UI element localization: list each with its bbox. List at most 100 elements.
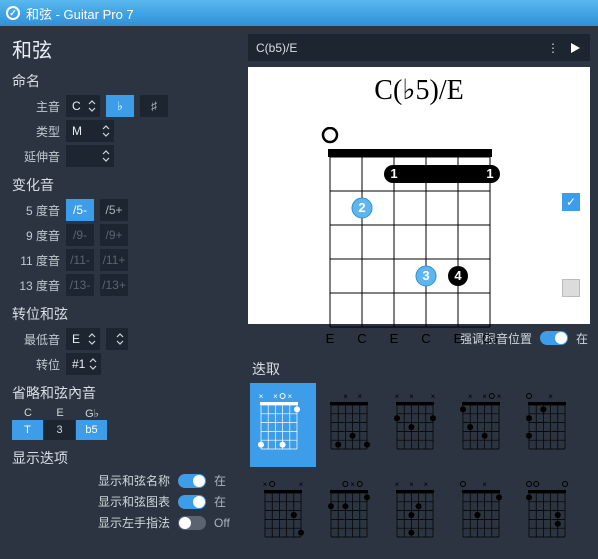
inv-label: 转位 bbox=[12, 356, 60, 373]
svg-text:×: × bbox=[409, 392, 414, 401]
more-icon[interactable]: ⋮ bbox=[542, 37, 564, 59]
root-emphasis-state: 在 bbox=[576, 330, 588, 347]
type-select[interactable]: M bbox=[66, 120, 114, 142]
window-titlebar: ✓ 和弦 - Guitar Pro 7 bbox=[0, 0, 598, 26]
svg-text:×: × bbox=[409, 480, 414, 489]
svg-text:×: × bbox=[263, 480, 268, 489]
omit-note-label: E bbox=[44, 407, 76, 420]
display-opt-state: 在 bbox=[214, 472, 238, 489]
window-title: 和弦 - Guitar Pro 7 bbox=[26, 4, 134, 23]
section-omit: 省略和弦內音 bbox=[12, 383, 238, 403]
svg-text:2: 2 bbox=[358, 200, 365, 215]
svg-text:1: 1 bbox=[486, 166, 493, 181]
display-opt-toggle[interactable] bbox=[178, 495, 206, 509]
omit-note-label: C bbox=[12, 407, 44, 420]
voicing-cell[interactable]: ×× bbox=[316, 383, 382, 467]
display-opt-state: Off bbox=[214, 516, 238, 530]
alt-plus-button[interactable]: /13+ bbox=[100, 274, 128, 296]
alt-minus-button[interactable]: /5- bbox=[66, 199, 94, 221]
root-select[interactable]: C bbox=[66, 95, 100, 117]
bass-label: 最低音 bbox=[12, 331, 60, 348]
voicing-cell[interactable]: ×× bbox=[250, 471, 316, 555]
updown-icon bbox=[101, 149, 111, 163]
play-icon[interactable] bbox=[564, 37, 586, 59]
svg-text:×: × bbox=[357, 392, 362, 401]
selection-title: 迭取 bbox=[252, 359, 598, 379]
svg-text:×: × bbox=[431, 392, 436, 401]
voicing-cell[interactable]: × × × bbox=[250, 383, 316, 467]
svg-text:×: × bbox=[482, 480, 487, 489]
main-area: C(b5)/E ⋮ C(♭5)/E 11234ECECEG♭ ✓ 强调根音位置 … bbox=[248, 26, 598, 559]
voicing-cell[interactable]: × bbox=[448, 471, 514, 555]
svg-text:×: × bbox=[395, 392, 400, 401]
alt-label: 11 度音 bbox=[12, 252, 60, 269]
diagram-check-1[interactable]: ✓ bbox=[562, 193, 580, 211]
alt-plus-button[interactable]: /11+ bbox=[100, 249, 128, 271]
sidebar: 和弦 命名 主音 C ♭ ♯ 类型 M 延伸音 变化音 5 bbox=[0, 26, 248, 559]
chord-diagram[interactable]: 11234ECECEG♭ bbox=[320, 127, 510, 327]
panel-title: 和弦 bbox=[12, 34, 238, 63]
alt-minus-button[interactable]: /9- bbox=[66, 224, 94, 246]
alt-label: 5 度音 bbox=[12, 202, 60, 219]
updown-icon bbox=[88, 357, 98, 371]
sharp-button[interactable]: ♯ bbox=[140, 95, 168, 117]
bass-select[interactable]: E bbox=[66, 328, 100, 350]
voicing-cell[interactable]: × × × bbox=[382, 383, 448, 467]
omit-degree-button[interactable]: 3 bbox=[44, 420, 76, 440]
voicing-grid: ××××××××××××××××××× bbox=[248, 383, 598, 559]
svg-text:×: × bbox=[468, 392, 473, 401]
alt-plus-button[interactable]: /5+ bbox=[100, 199, 128, 221]
root-label: 主音 bbox=[12, 98, 60, 115]
svg-text:×: × bbox=[482, 392, 487, 401]
svg-text:C: C bbox=[421, 331, 430, 346]
section-display: 显示迭项 bbox=[12, 448, 238, 468]
alt-label: 13 度音 bbox=[12, 277, 60, 294]
display-opt-label: 显示左手指法 bbox=[70, 514, 170, 531]
alt-plus-button[interactable]: /9+ bbox=[100, 224, 128, 246]
voicing-cell[interactable]: × × × bbox=[382, 471, 448, 555]
voicing-cell[interactable] bbox=[514, 471, 580, 555]
bass-accidental-select[interactable] bbox=[106, 328, 128, 350]
svg-text:×: × bbox=[350, 480, 355, 489]
type-label: 类型 bbox=[12, 123, 60, 140]
svg-text:4: 4 bbox=[454, 268, 462, 283]
svg-text:×: × bbox=[287, 392, 292, 401]
chord-header-bar: C(b5)/E ⋮ bbox=[248, 34, 590, 61]
voicing-cell[interactable]: × bbox=[514, 383, 580, 467]
voicing-cell[interactable]: × bbox=[316, 471, 382, 555]
svg-text:E: E bbox=[454, 331, 463, 346]
alt-minus-button[interactable]: /13- bbox=[66, 274, 94, 296]
svg-text:E: E bbox=[390, 331, 399, 346]
svg-text:×: × bbox=[423, 480, 428, 489]
display-opt-toggle[interactable] bbox=[178, 474, 206, 488]
section-naming: 命名 bbox=[12, 71, 238, 91]
diagram-check-2[interactable] bbox=[562, 279, 580, 297]
flat-button[interactable]: ♭ bbox=[106, 95, 134, 117]
extension-select[interactable] bbox=[66, 145, 114, 167]
inv-select[interactable]: #1 bbox=[66, 353, 101, 375]
svg-text:3: 3 bbox=[422, 268, 429, 283]
voicing-cell[interactable]: ××× bbox=[448, 383, 514, 467]
display-opt-state: 在 bbox=[214, 493, 238, 510]
omit-note-label: G♭ bbox=[76, 407, 108, 420]
omit-degree-button[interactable]: T bbox=[12, 420, 44, 440]
root-emphasis-toggle[interactable] bbox=[540, 331, 568, 345]
chord-diagram-panel: C(♭5)/E 11234ECECEG♭ ✓ bbox=[248, 67, 590, 323]
section-inversion: 转位和弦 bbox=[12, 304, 238, 324]
updown-icon bbox=[101, 124, 111, 138]
svg-text:G♭: G♭ bbox=[482, 331, 498, 346]
app-icon: ✓ bbox=[6, 6, 20, 20]
section-alterations: 变化音 bbox=[12, 175, 238, 195]
display-opt-label: 显示和弦名称 bbox=[70, 472, 170, 489]
chord-name-field[interactable]: C(b5)/E bbox=[256, 41, 542, 55]
extension-label: 延伸音 bbox=[12, 148, 60, 165]
svg-text:×: × bbox=[273, 392, 278, 401]
svg-text:×: × bbox=[259, 392, 264, 401]
display-opt-toggle[interactable] bbox=[178, 516, 206, 530]
omit-degree-button[interactable]: b5 bbox=[76, 420, 108, 440]
svg-text:×: × bbox=[299, 480, 304, 489]
svg-text:E: E bbox=[326, 331, 335, 346]
svg-text:×: × bbox=[395, 480, 400, 489]
display-opt-label: 显示和弦图表 bbox=[70, 493, 170, 510]
alt-minus-button[interactable]: /11- bbox=[66, 249, 94, 271]
